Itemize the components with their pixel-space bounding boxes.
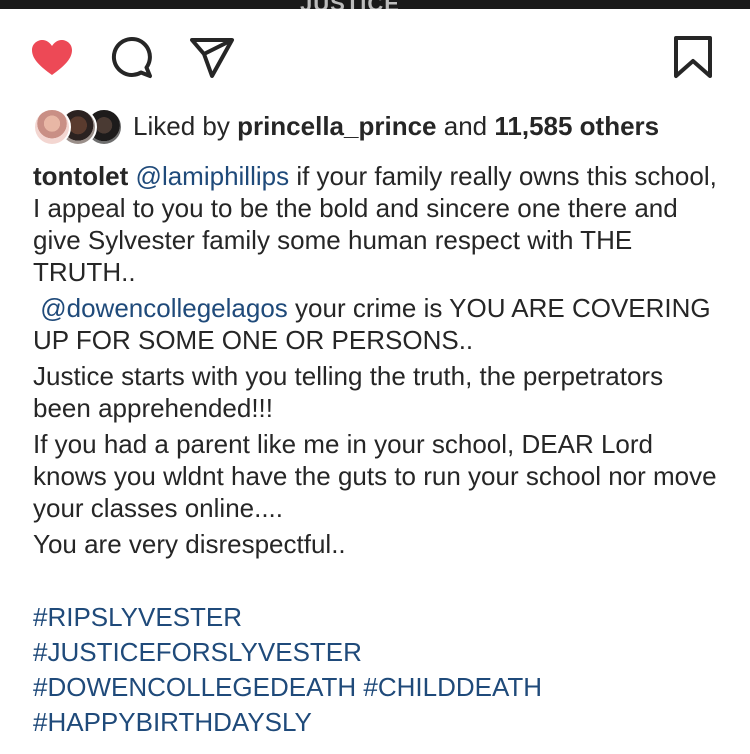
avatar [33,108,71,146]
hashtag-list: #RIPSLYVESTER #JUSTICEFORSLYVESTER #DOWE… [33,600,542,740]
hashtag-link[interactable]: #JUSTICEFORSLYVESTER [33,637,362,667]
mention-link[interactable]: @lamiphillips [136,161,290,191]
hashtag-link[interactable]: #CHILDDEATH [363,672,542,702]
heart-filled-icon[interactable] [28,34,76,82]
liker-username[interactable]: princella_prince [237,111,436,142]
caption-paragraph: tontolet @lamiphillips if your family re… [33,160,723,288]
post-action-bar [0,34,750,82]
liker-avatars [33,108,123,146]
caption-paragraph: If you had a parent like me in your scho… [33,429,717,523]
cropped-image-text: JUSTICE [300,0,400,9]
mention-link[interactable]: @dowencollegelagos [40,293,288,323]
bookmark-icon[interactable] [669,34,717,82]
post-caption: tontolet @lamiphillips if your family re… [33,160,723,560]
caption-paragraph: @dowencollegelagos your crime is YOU ARE… [33,292,723,356]
caption-paragraph: You are very disrespectful.. [33,529,346,559]
hashtag-link[interactable]: #RIPSLYVESTER [33,602,242,632]
likes-summary[interactable]: Liked by princella_prince and 11,585 oth… [33,106,659,146]
send-icon[interactable] [188,34,236,82]
likes-count[interactable]: 11,585 others [494,111,659,142]
caption-paragraph: Justice starts with you telling the trut… [33,361,664,423]
top-strip: JUSTICE [0,0,750,9]
comment-icon[interactable] [108,34,156,82]
likes-connector: and [443,110,488,141]
hashtag-link[interactable]: #HAPPYBIRTHDAYSLY [33,707,312,737]
liked-by-label: Liked by [133,110,230,141]
caption-author[interactable]: tontolet [33,161,128,191]
hashtag-link[interactable]: #DOWENCOLLEGEDEATH [33,672,356,702]
